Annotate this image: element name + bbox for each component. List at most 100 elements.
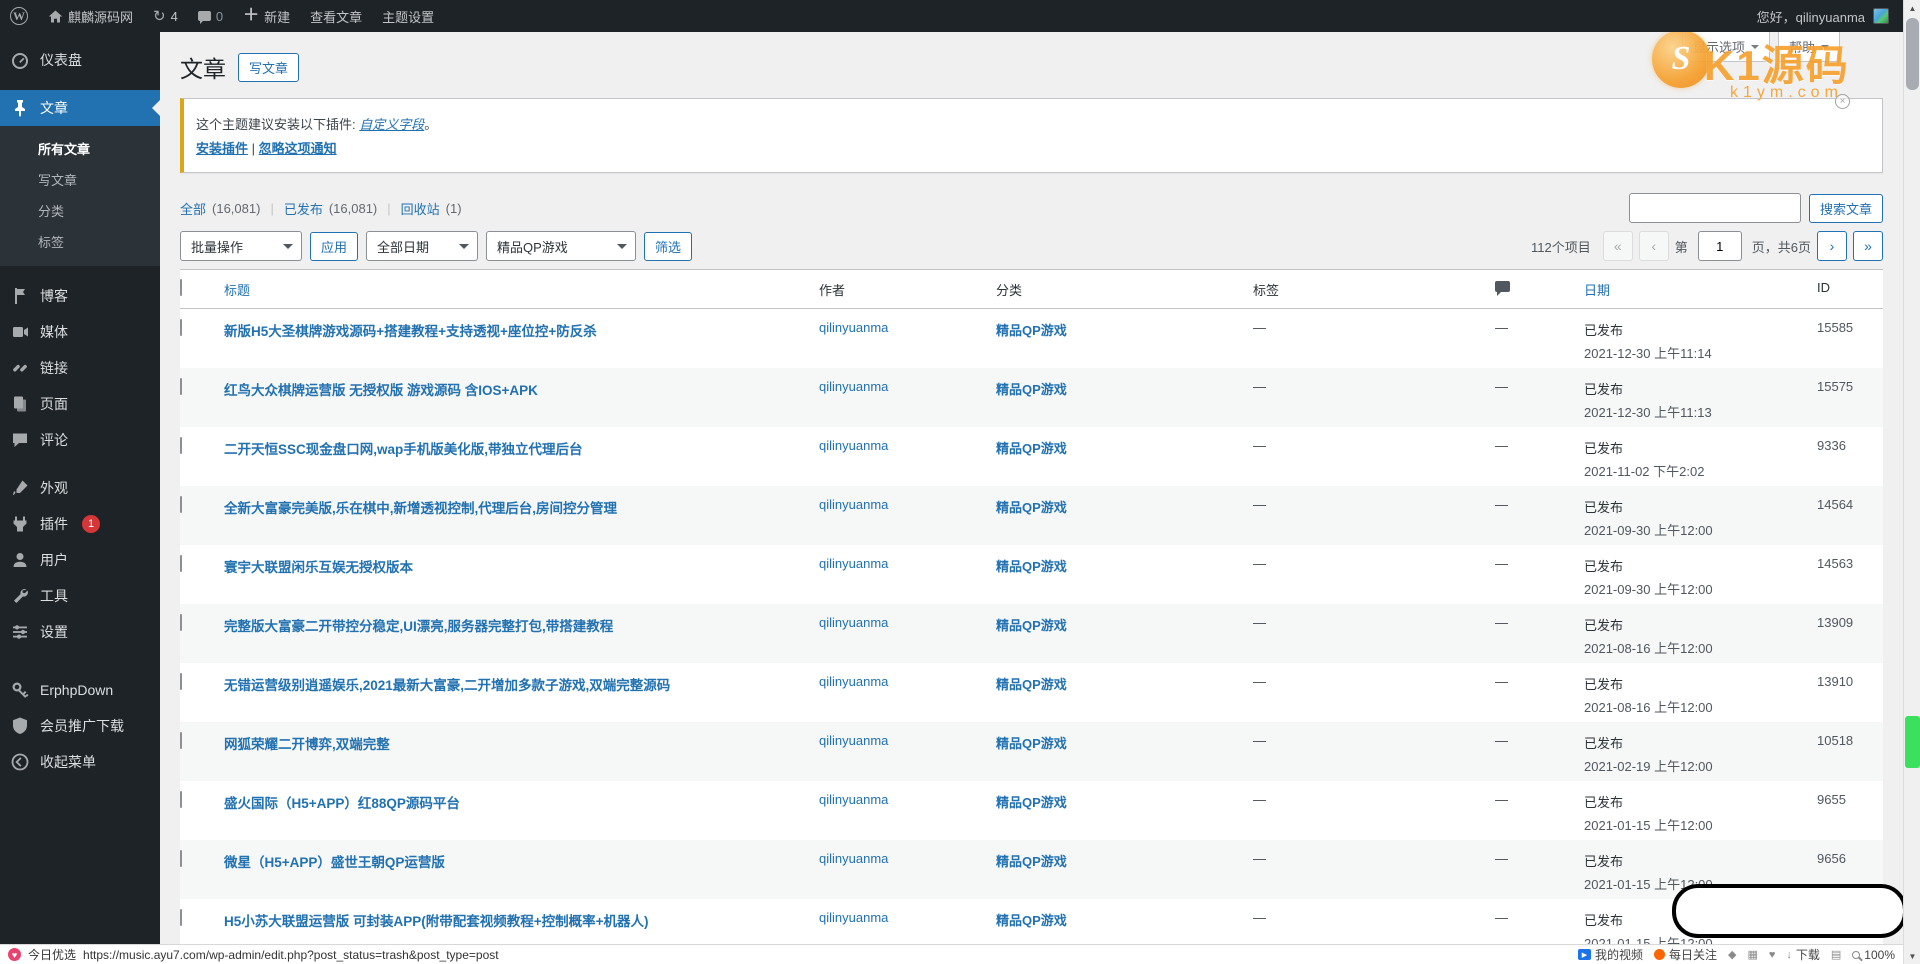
user-avatar[interactable] bbox=[1873, 8, 1889, 24]
shield-mini-icon[interactable]: ◆ bbox=[1728, 948, 1736, 961]
post-author-link[interactable]: qilinyuanma bbox=[819, 733, 888, 748]
post-title-link[interactable]: 网狐荣耀二开博弈,双端完整 bbox=[224, 737, 390, 752]
row-checkbox[interactable] bbox=[180, 496, 182, 513]
zoom-control[interactable]: 100% bbox=[1852, 948, 1895, 962]
sidebar-item-collapse-menu[interactable]: 收起菜单 bbox=[0, 744, 160, 780]
screenshot-mini-icon[interactable]: ▦ bbox=[1747, 948, 1757, 961]
today-pick-label[interactable]: 今日优选 bbox=[28, 946, 76, 963]
sidebar-item-settings[interactable]: 设置 bbox=[0, 614, 160, 650]
post-category-link[interactable]: 精品QP游戏 bbox=[996, 854, 1067, 869]
filter-button[interactable]: 筛选 bbox=[644, 231, 693, 261]
post-category-link[interactable]: 精品QP游戏 bbox=[996, 913, 1067, 928]
row-checkbox[interactable] bbox=[180, 378, 182, 395]
current-page-input[interactable] bbox=[1697, 231, 1742, 261]
sidebar-item-erphpdown[interactable]: ErphpDown bbox=[0, 672, 160, 708]
row-checkbox[interactable] bbox=[180, 791, 182, 808]
sidebar-item-dashboard[interactable]: 仪表盘 bbox=[0, 42, 160, 78]
view-trash-link[interactable]: 回收站 bbox=[401, 199, 440, 218]
post-author-link[interactable]: qilinyuanma bbox=[819, 792, 888, 807]
column-header-title[interactable]: 标题 bbox=[224, 270, 819, 308]
column-header-date[interactable]: 日期 bbox=[1584, 270, 1817, 308]
site-name-menu[interactable]: 麒麟源码网 bbox=[38, 0, 143, 32]
post-title-link[interactable]: 微星（H5+APP）盛世王朝QP运营版 bbox=[224, 855, 445, 870]
view-all-link[interactable]: 全部 bbox=[180, 199, 206, 218]
row-checkbox[interactable] bbox=[180, 614, 182, 631]
post-category-link[interactable]: 精品QP游戏 bbox=[996, 500, 1067, 515]
row-checkbox[interactable] bbox=[180, 673, 182, 690]
heart-mini-icon[interactable]: ♥ bbox=[1769, 949, 1776, 961]
first-page-button[interactable]: « bbox=[1602, 231, 1633, 261]
sidebar-item-plugins[interactable]: 插件 1 bbox=[0, 506, 160, 542]
theme-settings-menu[interactable]: 主题设置 bbox=[372, 0, 444, 32]
download-item[interactable]: ↓ 下载 bbox=[1786, 946, 1820, 963]
sidebar-item-users[interactable]: 用户 bbox=[0, 542, 160, 578]
sidebar-item-media[interactable]: 媒体 bbox=[0, 314, 160, 350]
sidebar-item-member-download[interactable]: 会员推广下载 bbox=[0, 708, 160, 744]
apply-button[interactable]: 应用 bbox=[310, 231, 359, 261]
account-greeting[interactable]: 您好，qilinyuanma bbox=[1757, 7, 1865, 26]
new-content-menu[interactable]: ＋ 新建 bbox=[233, 0, 300, 32]
post-title-link[interactable]: 寰宇大联盟闲乐互娱无授权版本 bbox=[224, 560, 413, 575]
add-new-post-button[interactable]: 写文章 bbox=[238, 52, 300, 82]
post-author-link[interactable]: qilinyuanma bbox=[819, 556, 888, 571]
post-category-link[interactable]: 精品QP游戏 bbox=[996, 441, 1067, 456]
submenu-add-post[interactable]: 写文章 bbox=[0, 164, 160, 195]
row-checkbox[interactable] bbox=[180, 850, 182, 867]
submenu-all-posts[interactable]: 所有文章 bbox=[0, 133, 160, 164]
post-category-link[interactable]: 精品QP游戏 bbox=[996, 795, 1067, 810]
view-post-menu[interactable]: 查看文章 bbox=[300, 0, 372, 32]
daily-follow-item[interactable]: 每日关注 bbox=[1653, 946, 1717, 963]
scroll-up-arrow[interactable]: ▲ bbox=[1904, 0, 1920, 16]
grid-mini-icon[interactable]: ▤ bbox=[1831, 948, 1841, 961]
post-title-link[interactable]: 无错运营级别逍遥娱乐,2021最新大富豪,二开增加多款子游戏,双端完整源码 bbox=[224, 678, 670, 693]
submenu-tags[interactable]: 标签 bbox=[0, 226, 160, 257]
prev-page-button[interactable]: ‹ bbox=[1638, 231, 1669, 261]
post-author-link[interactable]: qilinyuanma bbox=[819, 379, 888, 394]
sidebar-item-tools[interactable]: 工具 bbox=[0, 578, 160, 614]
post-title-link[interactable]: H5小苏大联盟运营版 可封装APP(附带配套视频教程+控制概率+机器人) bbox=[224, 914, 649, 929]
wordpress-logo-menu[interactable]: W bbox=[0, 0, 38, 32]
search-posts-input[interactable] bbox=[1628, 193, 1801, 223]
custom-fields-plugin-link[interactable]: 自定义字段 bbox=[359, 117, 424, 132]
post-title-link[interactable]: 全新大富豪完美版,乐在棋中,新增透视控制,代理后台,房间控分管理 bbox=[224, 501, 617, 516]
my-videos-item[interactable]: ▶ 我的视频 bbox=[1577, 946, 1643, 963]
next-page-button[interactable]: › bbox=[1817, 231, 1847, 261]
date-filter-select[interactable]: 全部日期 bbox=[366, 231, 479, 261]
post-title-link[interactable]: 完整版大富豪二开带控分稳定,UI漂亮,服务器完整打包,带搭建教程 bbox=[224, 619, 613, 634]
post-author-link[interactable]: qilinyuanma bbox=[819, 910, 888, 925]
post-category-link[interactable]: 精品QP游戏 bbox=[996, 618, 1067, 633]
scrollbar-thumb[interactable] bbox=[1906, 18, 1919, 90]
post-category-link[interactable]: 精品QP游戏 bbox=[996, 736, 1067, 751]
dismiss-notice-link[interactable]: 忽略这项通知 bbox=[259, 141, 337, 156]
row-checkbox[interactable] bbox=[180, 909, 182, 926]
post-title-link[interactable]: 红鸟大众棋牌运营版 无授权版 游戏源码 含IOS+APK bbox=[224, 383, 538, 398]
today-pick-icon[interactable]: ♥ bbox=[8, 948, 21, 961]
sidebar-item-appearance[interactable]: 外观 bbox=[0, 470, 160, 506]
post-author-link[interactable]: qilinyuanma bbox=[819, 851, 888, 866]
post-title-link[interactable]: 二开天恒SSC现金盘口网,wap手机版美化版,带独立代理后台 bbox=[224, 442, 583, 457]
post-category-link[interactable]: 精品QP游戏 bbox=[996, 677, 1067, 692]
comments-menu[interactable]: 0 bbox=[188, 0, 233, 32]
sidebar-item-links[interactable]: 链接 bbox=[0, 350, 160, 386]
select-all-checkbox[interactable] bbox=[180, 279, 182, 296]
row-checkbox[interactable] bbox=[180, 437, 182, 454]
post-title-link[interactable]: 盛火国际（H5+APP）红88QP源码平台 bbox=[224, 796, 460, 811]
post-author-link[interactable]: qilinyuanma bbox=[819, 674, 888, 689]
category-filter-select[interactable]: 精品QP游戏 bbox=[486, 231, 637, 261]
row-checkbox[interactable] bbox=[180, 555, 182, 572]
sidebar-item-posts[interactable]: 文章 bbox=[0, 90, 160, 126]
vertical-scrollbar[interactable]: ▲ ▼ bbox=[1903, 0, 1920, 964]
post-author-link[interactable]: qilinyuanma bbox=[819, 438, 888, 453]
sidebar-item-comments[interactable]: 评论 bbox=[0, 422, 160, 458]
last-page-button[interactable]: » bbox=[1853, 231, 1883, 261]
sidebar-item-pages[interactable]: 页面 bbox=[0, 386, 160, 422]
updates-menu[interactable]: ↻ 4 bbox=[143, 0, 188, 32]
scroll-down-arrow[interactable]: ▼ bbox=[1904, 948, 1920, 964]
row-checkbox[interactable] bbox=[180, 732, 182, 749]
post-author-link[interactable]: qilinyuanma bbox=[819, 615, 888, 630]
bulk-action-select[interactable]: 批量操作 bbox=[180, 231, 302, 261]
row-checkbox[interactable] bbox=[180, 319, 182, 336]
watermark-close-icon[interactable]: × bbox=[1835, 94, 1850, 109]
install-plugins-link[interactable]: 安装插件 bbox=[196, 141, 248, 156]
view-published-link[interactable]: 已发布 bbox=[284, 199, 323, 218]
